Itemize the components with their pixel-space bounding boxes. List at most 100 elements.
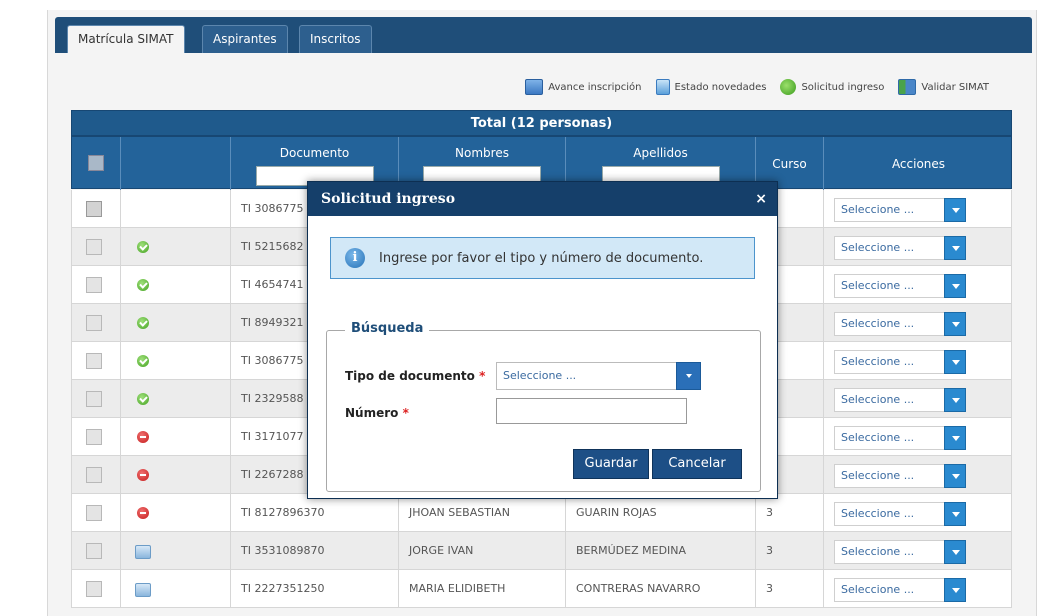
acciones-select[interactable]: Seleccione ... [834, 578, 966, 602]
tab-matricula-simat[interactable]: Matrícula SIMAT [67, 25, 185, 53]
estado-label: Estado novedades [674, 81, 767, 93]
acciones-select-value: Seleccione ... [841, 355, 915, 368]
blocked-icon [137, 507, 149, 519]
row-checkbox[interactable] [86, 201, 102, 217]
chevron-down-icon[interactable] [944, 274, 966, 298]
busqueda-fieldset: Búsqueda Tipo de documento * Seleccione … [326, 321, 761, 492]
row-checkbox[interactable] [86, 581, 102, 597]
table-row[interactable]: TI 8127896370 JHOAN SEBASTIAN GUARIN ROJAS… [71, 494, 1012, 532]
acciones-select[interactable]: Seleccione ... [834, 540, 966, 564]
row-checkbox[interactable] [86, 239, 102, 255]
row-checkbox[interactable] [86, 353, 102, 369]
grid-title: Total (12 personas) [71, 110, 1012, 136]
row-checkbox[interactable] [86, 391, 102, 407]
acciones-select-value: Seleccione ... [841, 583, 915, 596]
guardar-button[interactable]: Guardar [573, 449, 649, 479]
acciones-select[interactable]: Seleccione ... [834, 198, 966, 222]
chevron-down-icon[interactable] [944, 198, 966, 222]
row-checkbox-cell [72, 456, 121, 494]
table-row[interactable]: TI 3531089870 JORGE IVAN BERMÚDEZ MEDINA 3 S… [71, 532, 1012, 570]
row-checkbox[interactable] [86, 543, 102, 559]
row-status-cell [121, 456, 231, 494]
row-checkbox[interactable] [86, 429, 102, 445]
validate-icon [898, 79, 917, 95]
numero-input[interactable] [496, 398, 687, 424]
header-select-all-cell [72, 137, 121, 190]
row-curso: 3 [756, 532, 824, 570]
acciones-select[interactable]: Seleccione ... [834, 464, 966, 488]
check-icon [137, 317, 149, 329]
row-documento: TI 3531089870 [231, 532, 399, 570]
acciones-select-value: Seleccione ... [841, 393, 915, 406]
row-status-cell [121, 190, 231, 228]
row-checkbox-cell [72, 532, 121, 570]
validar-label: Validar SIMAT [921, 81, 989, 93]
acciones-select-value: Seleccione ... [841, 431, 915, 444]
acciones-select-value: Seleccione ... [841, 317, 915, 330]
avance-inscripcion-button[interactable]: Avance inscripción [525, 79, 642, 95]
blocked-icon [137, 469, 149, 481]
row-status-cell [121, 342, 231, 380]
row-status-cell [121, 418, 231, 456]
chart-icon [525, 79, 544, 95]
row-status-cell [121, 494, 231, 532]
row-acciones: Seleccione ... [824, 190, 1013, 228]
row-status-cell [121, 266, 231, 304]
row-nombres: MARIA ELIDIBETH [399, 570, 566, 608]
header-status-cell [121, 137, 231, 190]
avance-label: Avance inscripción [548, 81, 642, 93]
row-documento: TI 8127896370 [231, 494, 399, 532]
row-apellidos: CONTRERAS NAVARRO [566, 570, 756, 608]
select-all-checkbox[interactable] [88, 155, 104, 171]
chevron-down-icon[interactable] [944, 236, 966, 260]
tipo-documento-select[interactable]: Seleccione ... [496, 362, 701, 390]
apellidos-header-label: Apellidos [633, 146, 688, 160]
acciones-select[interactable]: Seleccione ... [834, 312, 966, 336]
chevron-down-icon[interactable] [944, 388, 966, 412]
validar-simat-button[interactable]: Validar SIMAT [898, 79, 989, 95]
table-row[interactable]: TI 2227351250 MARIA ELIDIBETH CONTRERAS NA… [71, 570, 1012, 608]
row-checkbox[interactable] [86, 277, 102, 293]
tipo-documento-value: Seleccione ... [503, 369, 577, 382]
acciones-select[interactable]: Seleccione ... [834, 350, 966, 374]
pending-icon [135, 583, 151, 597]
acciones-select[interactable]: Seleccione ... [834, 502, 966, 526]
solicitud-label: Solicitud ingreso [801, 81, 885, 93]
row-acciones: Seleccione ... [824, 532, 1013, 570]
row-acciones: Seleccione ... [824, 342, 1013, 380]
row-acciones: Seleccione ... [824, 266, 1013, 304]
row-checkbox-cell [72, 418, 121, 456]
chevron-down-icon[interactable] [944, 312, 966, 336]
row-acciones: Seleccione ... [824, 304, 1013, 342]
tab-aspirantes[interactable]: Aspirantes [202, 25, 288, 53]
chevron-down-icon[interactable] [676, 362, 701, 390]
chevron-down-icon[interactable] [944, 540, 966, 564]
cancelar-button[interactable]: Cancelar [652, 449, 742, 479]
acciones-select[interactable]: Seleccione ... [834, 236, 966, 260]
check-icon [137, 279, 149, 291]
acciones-select[interactable]: Seleccione ... [834, 426, 966, 450]
tipo-documento-label: Tipo de documento * [345, 369, 486, 383]
solicitud-ingreso-button[interactable]: Solicitud ingreso [780, 79, 884, 95]
row-checkbox[interactable] [86, 467, 102, 483]
row-checkbox[interactable] [86, 315, 102, 331]
acciones-select[interactable]: Seleccione ... [834, 274, 966, 298]
acciones-select[interactable]: Seleccione ... [834, 388, 966, 412]
dialog-title: Solicitud ingreso [321, 191, 456, 207]
estado-novedades-button[interactable]: Estado novedades [655, 79, 767, 95]
chevron-down-icon[interactable] [944, 502, 966, 526]
row-status-cell [121, 304, 231, 342]
row-status-cell [121, 570, 231, 608]
tab-inscritos[interactable]: Inscritos [299, 25, 372, 53]
row-checkbox[interactable] [86, 505, 102, 521]
chevron-down-icon[interactable] [944, 578, 966, 602]
check-icon [137, 355, 149, 367]
chevron-down-icon[interactable] [944, 350, 966, 374]
acciones-select-value: Seleccione ... [841, 545, 915, 558]
chevron-down-icon[interactable] [944, 464, 966, 488]
header-acciones: Acciones [824, 137, 1013, 190]
close-icon[interactable]: × [755, 182, 767, 216]
row-checkbox-cell [72, 570, 121, 608]
chevron-down-icon[interactable] [944, 426, 966, 450]
row-apellidos: GUARIN ROJAS [566, 494, 756, 532]
